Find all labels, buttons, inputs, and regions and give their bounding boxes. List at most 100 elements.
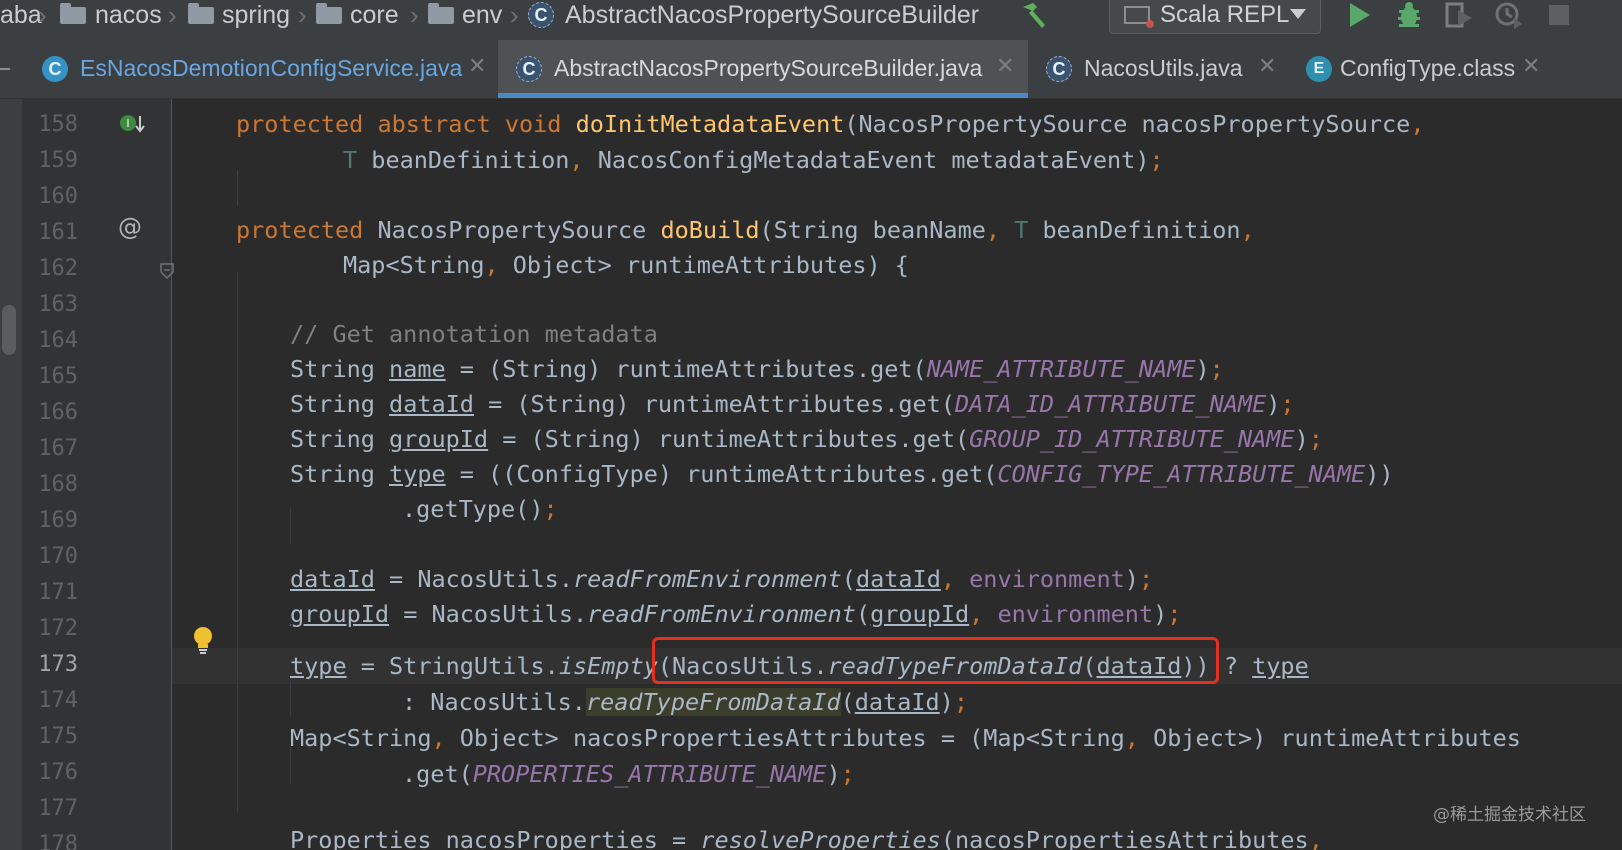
line-number[interactable]: 163 <box>22 292 78 317</box>
line-number[interactable]: 160 <box>22 184 78 209</box>
debug-icon[interactable] <box>1392 0 1426 30</box>
code-line[interactable]: // Get annotation metadata <box>290 320 658 356</box>
breadcrumb-item[interactable]: AbstractNacosPropertySourceBuilder <box>565 0 979 30</box>
profile-icon[interactable] <box>1492 0 1526 30</box>
code-token: = (String) runtimeAttributes.get( <box>473 390 955 418</box>
code-line[interactable]: .get(PROPERTIES_ATTRIBUTE_NAME); <box>402 760 855 796</box>
line-number[interactable]: 176 <box>22 760 78 785</box>
code-token: , <box>484 251 499 279</box>
breadcrumb-item[interactable]: spring <box>222 0 290 30</box>
code-token: = (String) runtimeAttributes.get( <box>488 425 970 453</box>
code-line[interactable]: String groupId = (String) runtimeAttribu… <box>290 425 1323 461</box>
line-number[interactable]: 170 <box>22 544 78 569</box>
tab-label: ConfigType.class <box>1340 55 1516 81</box>
left-strip-scrollbar[interactable] <box>2 305 16 355</box>
code-line[interactable]: Map<String, Object> runtimeAttributes) { <box>343 251 909 287</box>
line-number[interactable]: 177 <box>22 796 78 821</box>
line-number[interactable]: 169 <box>22 508 78 533</box>
folder-icon <box>60 3 86 24</box>
indent-guide <box>290 508 291 544</box>
code-token: dataId <box>854 688 940 716</box>
code-token: .getType() <box>402 495 544 523</box>
run-icon[interactable] <box>1344 0 1374 30</box>
line-number[interactable]: 158 <box>22 112 78 137</box>
close-icon[interactable]: ✕ <box>468 53 486 79</box>
annotation-marker-icon[interactable]: @ <box>118 213 142 241</box>
folder-icon <box>428 3 454 24</box>
run-configuration-dropdown[interactable]: Scala REPL <box>1109 0 1321 34</box>
lightbulb-intention-icon[interactable] <box>190 625 216 659</box>
line-number[interactable]: 171 <box>22 580 78 605</box>
code-token: (nacosPropertiesAttributes <box>940 826 1309 850</box>
code-token: environment <box>955 565 1125 593</box>
coverage-icon[interactable] <box>1442 0 1476 30</box>
code-token: : NacosUtils. <box>402 688 586 716</box>
code-token: readTypeFromDataId <box>585 688 841 716</box>
line-number-current[interactable]: 173 <box>22 652 78 677</box>
tab-config-type[interactable]: E ConfigType.class ✕ <box>1296 40 1556 98</box>
code-token: NacosPropertySource <box>377 216 661 244</box>
code-line[interactable]: T beanDefinition, NacosConfigMetadataEve… <box>343 146 1164 182</box>
code-token: = NacosUtils. <box>389 600 588 628</box>
stop-icon[interactable] <box>1544 0 1574 30</box>
code-token: = ((ConfigType) runtimeAttributes.get( <box>445 460 998 488</box>
line-number[interactable]: 161 <box>22 220 78 245</box>
code-token: (NacosPropertySource nacosPropertySource <box>844 110 1411 138</box>
build-hammer-icon[interactable] <box>1018 0 1052 30</box>
breadcrumb-item[interactable]: aba <box>0 0 42 30</box>
tab-abstract-nacos-property-source-builder[interactable]: C AbstractNacosPropertySourceBuilder.jav… <box>498 40 1028 98</box>
line-number[interactable]: 166 <box>22 400 78 425</box>
code-line[interactable]: protected abstract void doInitMetadataEv… <box>236 110 1424 146</box>
code-line[interactable]: groupId = NacosUtils.readFromEnvironment… <box>290 600 1181 636</box>
code-token: ) <box>1195 355 1210 383</box>
code-token: ; <box>1149 146 1164 174</box>
line-number[interactable]: 167 <box>22 436 78 461</box>
code-token: resolveProperties <box>700 826 941 850</box>
line-number[interactable]: 165 <box>22 364 78 389</box>
code-token: , <box>969 600 984 628</box>
close-icon[interactable]: ✕ <box>1258 53 1276 79</box>
code-token: ; <box>1308 425 1323 453</box>
navigation-bar: aba › nacos › spring › core › env › C Ab… <box>0 0 1622 40</box>
code-token: dataId <box>290 565 375 593</box>
implements-method-icon[interactable]: I <box>118 112 146 142</box>
code-line[interactable]: : NacosUtils.readTypeFromDataId(dataId); <box>402 688 968 724</box>
code-token: ( <box>840 688 855 716</box>
code-line[interactable]: .getType(); <box>402 495 558 531</box>
folder-icon <box>188 3 214 24</box>
code-token: PROPERTIES_ATTRIBUTE_NAME <box>472 760 827 788</box>
fold-region-icon[interactable] <box>159 262 175 284</box>
code-line[interactable]: String dataId = (String) runtimeAttribut… <box>290 390 1295 426</box>
line-number[interactable]: 159 <box>22 148 78 173</box>
line-number[interactable]: 172 <box>22 616 78 641</box>
code-token: dataId <box>855 565 941 593</box>
code-token: NacosConfigMetadataEvent metadataEvent) <box>583 146 1150 174</box>
code-line[interactable]: String name = (String) runtimeAttributes… <box>290 355 1224 391</box>
tab-esnacos-demotion-config-service[interactable]: C EsNacosDemotionConfigService.java ✕ <box>28 40 496 98</box>
line-number[interactable]: 164 <box>22 328 78 353</box>
code-line[interactable]: Map<String, Object> nacosPropertiesAttri… <box>290 724 1521 760</box>
close-icon[interactable]: ✕ <box>1522 53 1540 79</box>
code-token: Properties nacosProperties = <box>290 826 701 850</box>
breadcrumb-item[interactable]: core <box>350 0 399 30</box>
line-number[interactable]: 175 <box>22 724 78 749</box>
code-token: doBuild <box>660 216 760 244</box>
line-number[interactable]: 174 <box>22 688 78 713</box>
code-line[interactable]: Properties nacosProperties = resolveProp… <box>290 826 1323 850</box>
code-line[interactable]: String type = ((ConfigType) runtimeAttri… <box>290 460 1394 496</box>
code-line[interactable]: dataId = NacosUtils.readFromEnvironment(… <box>290 565 1153 601</box>
code-token: , <box>431 724 446 752</box>
code-token: type <box>1252 652 1309 680</box>
code-token: readFromEnvironment <box>587 600 856 628</box>
breadcrumb-separator-icon: › <box>510 0 519 30</box>
close-icon[interactable]: ✕ <box>996 53 1014 79</box>
line-number[interactable]: 162 <box>22 256 78 281</box>
code-line[interactable]: protected NacosPropertySource doBuild(St… <box>236 216 1255 252</box>
code-token: ( <box>841 565 856 593</box>
gutter-divider <box>171 99 172 850</box>
line-number[interactable]: 178 <box>22 832 78 850</box>
breadcrumb-item[interactable]: env <box>462 0 502 30</box>
line-number[interactable]: 168 <box>22 472 78 497</box>
tab-nacos-utils[interactable]: C NacosUtils.java ✕ <box>1032 40 1294 98</box>
breadcrumb-item[interactable]: nacos <box>95 0 162 30</box>
